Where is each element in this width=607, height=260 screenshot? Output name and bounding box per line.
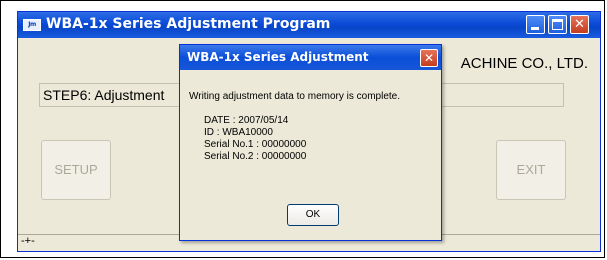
window-title: WBA-1x Series Adjustment Program: [46, 16, 331, 32]
dialog-message: Writing adjustment data to memory is com…: [189, 91, 401, 102]
ok-button[interactable]: OK: [287, 204, 339, 226]
close-icon: ✕: [574, 17, 585, 32]
app-icon: Jm: [23, 19, 41, 31]
main-titlebar[interactable]: Jm WBA-1x Series Adjustment Program ✕: [18, 12, 600, 38]
dialog-close-button[interactable]: ✕: [420, 49, 438, 67]
setup-button[interactable]: SETUP: [41, 140, 111, 200]
completion-dialog: WBA-1x Series Adjustment ✕ Writing adjus…: [179, 44, 442, 241]
maximize-button[interactable]: [548, 15, 567, 34]
status-text: -+-: [21, 235, 35, 247]
info-date: DATE : 2007/05/14: [204, 115, 289, 126]
close-button[interactable]: ✕: [570, 15, 589, 34]
company-name: ACHINE CO., LTD.: [460, 55, 588, 72]
minimize-icon: [531, 27, 539, 30]
close-icon: ✕: [423, 51, 435, 65]
screenshot-frame: Jm WBA-1x Series Adjustment Program ✕ AC…: [0, 0, 605, 258]
info-serial-1: Serial No.1 : 00000000: [204, 139, 307, 150]
info-id: ID : WBA10000: [204, 127, 273, 138]
maximize-icon: [552, 19, 563, 30]
dialog-info: DATE : 2007/05/14 ID : WBA10000 Serial N…: [204, 115, 306, 163]
dialog-title: WBA-1x Series Adjustment: [187, 50, 369, 64]
dialog-titlebar[interactable]: WBA-1x Series Adjustment ✕: [180, 45, 441, 70]
step-text: STEP6: Adjustment: [43, 87, 165, 103]
info-serial-2: Serial No.2 : 00000000: [204, 151, 307, 162]
exit-button[interactable]: EXIT: [496, 140, 566, 200]
minimize-button[interactable]: [526, 15, 545, 34]
